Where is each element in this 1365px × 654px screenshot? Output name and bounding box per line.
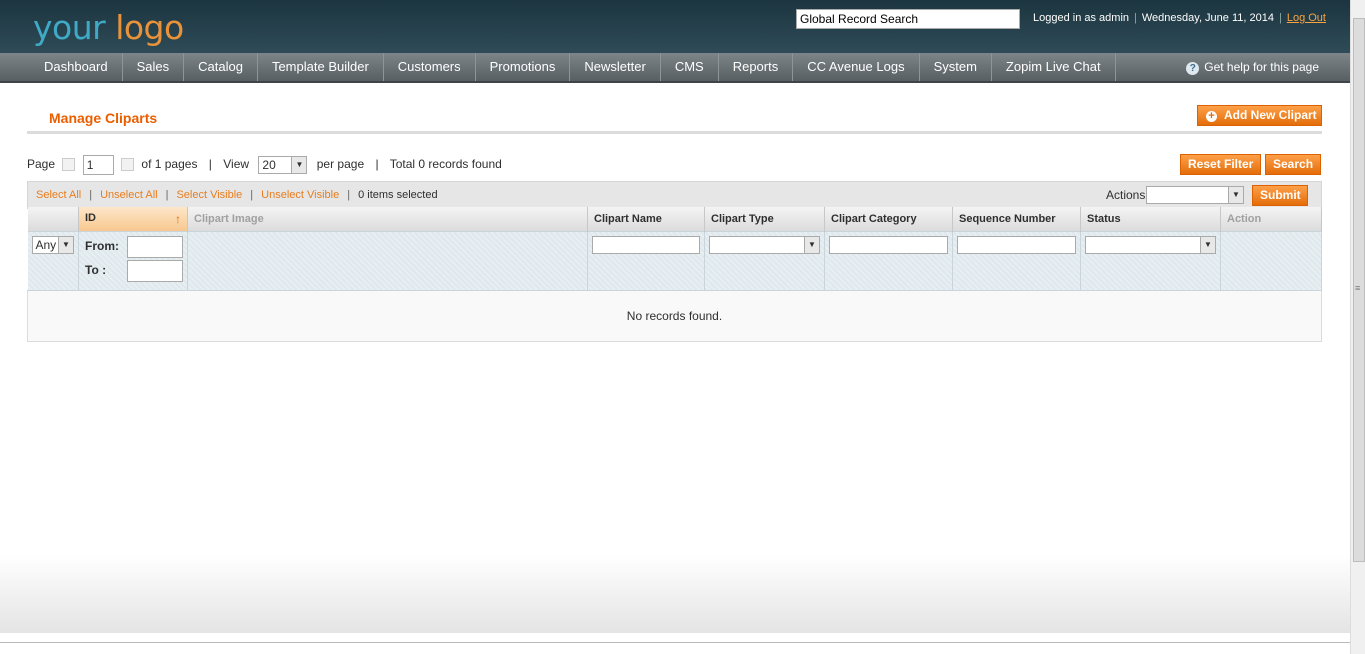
logo[interactable]: your logo (33, 8, 184, 47)
column-header-status[interactable]: Status (1080, 207, 1221, 232)
clipart-category-filter-input[interactable] (829, 236, 948, 254)
search-button[interactable]: Search (1265, 154, 1322, 175)
header-info: Logged in as admin | Wednesday, June 11, 2… (1033, 12, 1326, 24)
nav-catalog[interactable]: Catalog (184, 53, 258, 81)
footer-divider (0, 642, 1350, 643)
nav-reports[interactable]: Reports (719, 53, 794, 81)
help-link[interactable]: ? Get help for this page (1186, 53, 1319, 81)
actions-label: Actions (1106, 188, 1146, 202)
nav-dashboard[interactable]: Dashboard (30, 53, 123, 81)
total-records: Total 0 records found (389, 157, 502, 171)
sort-arrow-icon: ↑ (175, 212, 181, 226)
selected-count: 0 items selected (358, 189, 438, 201)
chevron-down-icon: ▼ (291, 156, 307, 173)
nav-template-builder[interactable]: Template Builder (258, 53, 384, 81)
actions-select[interactable]: ▼ (1146, 186, 1244, 204)
admin-page: your logo Logged in as admin|Wednesday, … (0, 0, 1350, 654)
clipart-name-filter-input[interactable] (592, 236, 700, 254)
nav-system[interactable]: System (920, 53, 992, 81)
vertical-scrollbar[interactable]: ≡ (1350, 0, 1365, 654)
plus-icon: + (1206, 111, 1217, 122)
cliparts-grid: ID ↑ Clipart Image Clipart Name Clipart T… (27, 207, 1322, 342)
nav-zopim-live-chat[interactable]: Zopim Live Chat (992, 53, 1116, 81)
clipart-type-filter-select[interactable]: ▼ (709, 236, 820, 254)
chevron-down-icon: ▼ (58, 237, 73, 253)
logged-in-text: Logged in as admin (1033, 12, 1130, 24)
nav-cms[interactable]: CMS (661, 53, 719, 81)
status-filter-select[interactable]: ▼ (1085, 236, 1216, 254)
submit-button[interactable]: Submit (1252, 185, 1308, 206)
column-header-clipart-category[interactable]: Clipart Category (824, 207, 953, 232)
page-title: Manage Cliparts (49, 110, 158, 126)
empty-row: No records found. (27, 290, 1322, 342)
column-checkbox (27, 207, 79, 232)
chevron-down-icon: ▼ (804, 237, 819, 253)
title-divider (27, 131, 1322, 134)
select-visible-link[interactable]: Select Visible (176, 189, 242, 201)
footer (0, 555, 1350, 633)
per-page-select[interactable]: 20 ▼ (258, 155, 308, 174)
date-text: Wednesday, June 11, 2014 (1141, 12, 1274, 24)
logout-link[interactable]: Log Out (1287, 12, 1326, 24)
massaction-bar: Select All | Unselect All | Select Visible | U… (27, 181, 1322, 209)
pager: Page 1 of 1 pages | View 20 ▼ per page | … (27, 154, 502, 175)
filter-row: Any ▼ From: To : ▼ ▼ (27, 231, 1322, 291)
select-all-link[interactable]: Select All (36, 189, 81, 201)
chevron-down-icon: ▼ (1228, 187, 1243, 203)
column-header-clipart-name[interactable]: Clipart Name (587, 207, 705, 232)
next-page-icon[interactable] (121, 158, 135, 172)
nav-cc-avenue-logs[interactable]: CC Avenue Logs (793, 53, 920, 81)
massaction-filter-select[interactable]: Any ▼ (31, 236, 74, 254)
unselect-all-link[interactable]: Unselect All (100, 189, 157, 201)
column-header-action: Action (1220, 207, 1322, 232)
page-number-input[interactable]: 1 (82, 154, 114, 175)
chevron-down-icon: ▼ (1200, 237, 1215, 253)
global-search-input[interactable] (796, 9, 1020, 29)
add-new-clipart-button[interactable]: + Add New Clipart (1197, 105, 1322, 126)
prev-page-icon[interactable] (62, 158, 76, 172)
column-header-sequence-number[interactable]: Sequence Number (952, 207, 1081, 232)
id-from-input[interactable] (127, 236, 183, 258)
column-header-clipart-type[interactable]: Clipart Type (704, 207, 825, 232)
scrollbar-grip-icon: ≡ (1355, 283, 1361, 293)
column-header-clipart-image: Clipart Image (187, 207, 588, 232)
sequence-number-filter-input[interactable] (957, 236, 1076, 254)
nav-newsletter[interactable]: Newsletter (570, 53, 661, 81)
help-icon: ? (1186, 62, 1200, 75)
nav-promotions[interactable]: Promotions (476, 53, 571, 81)
column-header-id[interactable]: ID ↑ (78, 207, 188, 232)
header: your logo Logged in as admin|Wednesday, … (0, 0, 1350, 53)
id-to-input[interactable] (127, 260, 183, 282)
nav-sales[interactable]: Sales (123, 53, 185, 81)
no-records-message: No records found. (27, 290, 1322, 342)
main-nav: Dashboard Sales Catalog Template Builder… (0, 53, 1350, 83)
unselect-visible-link[interactable]: Unselect Visible (261, 189, 339, 201)
nav-customers[interactable]: Customers (384, 53, 476, 81)
reset-filter-button[interactable]: Reset Filter (1180, 154, 1262, 175)
